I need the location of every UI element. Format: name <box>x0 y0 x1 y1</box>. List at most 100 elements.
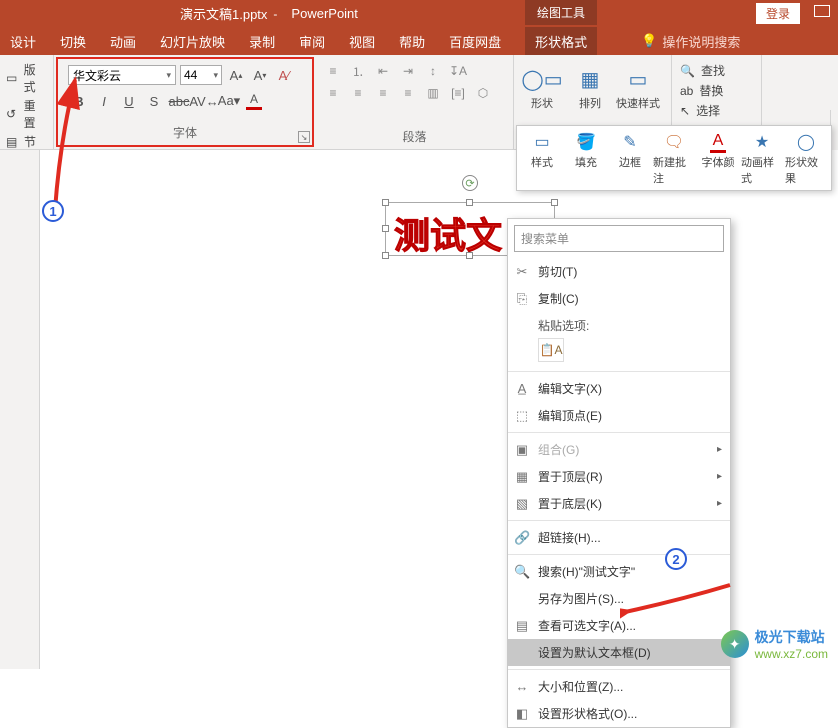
align-left-button[interactable]: ≡ <box>322 83 344 103</box>
tab-review[interactable]: 审阅 <box>299 32 325 51</box>
menu-hyperlink[interactable]: 🔗超链接(H)... <box>508 524 730 551</box>
tell-me[interactable]: 💡 操作说明搜索 <box>641 32 740 51</box>
shapes-label: 形状 <box>531 95 553 111</box>
resize-handle[interactable] <box>382 225 389 232</box>
tab-transition[interactable]: 切换 <box>60 32 86 51</box>
restore-window-icon[interactable] <box>814 5 830 17</box>
menu-copy[interactable]: ⎘复制(C) <box>508 285 730 312</box>
align-right-button[interactable]: ≡ <box>372 83 394 103</box>
quick-styles-icon: ▭ <box>622 63 654 95</box>
italic-button[interactable]: I <box>93 91 115 111</box>
menu-send-back[interactable]: ▧置于底层(K)▸ <box>508 490 730 517</box>
mini-fill-button[interactable]: 🪣填充 <box>565 130 607 186</box>
grow-font-button[interactable]: A▴ <box>226 65 246 85</box>
font-size-select[interactable]: 44 ▾ <box>180 65 222 85</box>
resize-handle[interactable] <box>382 199 389 206</box>
edit-points-icon: ⬚ <box>514 408 530 424</box>
mini-anim-style-button[interactable]: ★动画样式 <box>741 130 783 186</box>
bold-button[interactable]: B <box>68 91 90 111</box>
resize-handle[interactable] <box>551 199 558 206</box>
font-dialog-launcher[interactable]: ↘ <box>298 131 310 143</box>
tab-record[interactable]: 录制 <box>249 32 275 51</box>
smartart-button[interactable]: ⬡ <box>472 83 494 103</box>
tab-design[interactable]: 设计 <box>10 32 36 51</box>
mini-outline-button[interactable]: ✎边框 <box>609 130 651 186</box>
reset-button[interactable]: ↺重置 <box>6 97 47 131</box>
align-center-button[interactable]: ≡ <box>347 83 369 103</box>
mini-fill-label: 填充 <box>575 154 597 170</box>
indent-dec-button[interactable]: ⇤ <box>372 61 394 81</box>
mini-style-button[interactable]: ▭样式 <box>521 130 563 186</box>
tab-baidu[interactable]: 百度网盘 <box>449 32 501 51</box>
resize-handle[interactable] <box>466 252 473 259</box>
quick-styles-button[interactable]: ▭快速样式 <box>616 59 660 111</box>
resize-handle[interactable] <box>466 199 473 206</box>
menu-size-position[interactable]: ↔大小和位置(Z)... <box>508 673 730 700</box>
font-color-button[interactable]: A <box>243 91 265 111</box>
replace-button[interactable]: ab替换 <box>680 82 753 99</box>
tab-shape-format[interactable]: 形状格式 <box>525 27 597 56</box>
watermark-title: 极光下载站 <box>755 627 828 647</box>
mini-comment-label: 新建批注 <box>653 154 695 186</box>
bring-front-icon: ▦ <box>514 469 530 485</box>
select-button[interactable]: ↖选择 <box>680 102 753 119</box>
login-button[interactable]: 登录 <box>756 3 800 24</box>
justify-button[interactable]: ≡ <box>397 83 419 103</box>
menu-format-shape[interactable]: ◧设置形状格式(O)... <box>508 700 730 727</box>
tab-slideshow[interactable]: 幻灯片放映 <box>160 32 225 51</box>
mini-shape-effect-button[interactable]: ◯形状效果 <box>785 130 827 186</box>
underline-button[interactable]: U <box>118 91 140 111</box>
align-text-button[interactable]: [≡] <box>447 83 469 103</box>
mini-font-color-button[interactable]: A字体颜 <box>697 130 739 186</box>
tab-view[interactable]: 视图 <box>349 32 375 51</box>
font-name-select[interactable]: 华文彩云 ▾ <box>68 65 176 85</box>
section-button[interactable]: ▤节 <box>6 133 47 150</box>
menu-search-text[interactable]: 🔍搜索(H)"测试文字" <box>508 558 730 585</box>
clear-format-button[interactable]: A⁄ <box>274 65 294 85</box>
mini-toolbar: ▭样式 🪣填充 ✎边框 🗨新建批注 A字体颜 ★动画样式 ◯形状效果 <box>516 125 832 191</box>
arrange-button[interactable]: ▦排列 <box>568 59 612 111</box>
menu-cut[interactable]: ✂剪切(T) <box>508 258 730 285</box>
lightbulb-icon: 💡 <box>641 33 657 49</box>
paste-keep-text-button[interactable]: 📋A <box>538 338 564 362</box>
change-case-button[interactable]: Aa▾ <box>218 91 240 111</box>
shadow-button[interactable]: S <box>143 91 165 111</box>
menu-search-text-label: 搜索(H)"测试文字" <box>538 563 635 580</box>
slides-group: ▭版式 ↺重置 ▤节 灯片 <box>0 55 54 149</box>
slide-thumbnails[interactable] <box>0 150 40 669</box>
arrange-label: 排列 <box>579 95 601 111</box>
spacing-button[interactable]: AV↔ <box>193 91 215 111</box>
shapes-button[interactable]: ◯▭形状 <box>520 59 564 111</box>
mini-comment-button[interactable]: 🗨新建批注 <box>653 130 695 186</box>
menu-set-default-textbox[interactable]: 设置为默认文本框(D) <box>508 639 730 666</box>
menu-edit-text[interactable]: A̲编辑文字(X) <box>508 375 730 402</box>
resize-handle[interactable] <box>382 252 389 259</box>
bullets-button[interactable]: ≡ <box>322 61 344 81</box>
select-label: 选择 <box>696 102 720 119</box>
layout-button[interactable]: ▭版式 <box>6 61 47 95</box>
title-bar: 演示文稿1.pptx - PowerPoint 绘图工具 登录 <box>0 0 838 27</box>
menu-edit-points[interactable]: ⬚编辑顶点(E) <box>508 402 730 429</box>
shrink-font-button[interactable]: A▾ <box>250 65 270 85</box>
line-spacing-button[interactable]: ↕ <box>422 61 444 81</box>
indent-inc-button[interactable]: ⇥ <box>397 61 419 81</box>
menu-separator <box>508 669 730 670</box>
drawing-tools-tab[interactable]: 绘图工具 <box>525 0 597 25</box>
menu-alt-text[interactable]: ▤查看可选文字(A)... <box>508 612 730 639</box>
replace-label: 替换 <box>699 82 723 99</box>
find-button[interactable]: 🔍查找 <box>680 62 753 79</box>
tab-animation[interactable]: 动画 <box>110 32 136 51</box>
menu-search-input[interactable]: 搜索菜单 <box>514 225 724 252</box>
chevron-right-icon: ▸ <box>717 444 722 455</box>
tab-help[interactable]: 帮助 <box>399 32 425 51</box>
menu-separator <box>508 432 730 433</box>
menu-bring-front[interactable]: ▦置于顶层(R)▸ <box>508 463 730 490</box>
numbering-button[interactable]: ⒈ <box>347 61 369 81</box>
columns-button[interactable]: ▥ <box>422 83 444 103</box>
rotate-handle[interactable]: ⟳ <box>462 175 478 191</box>
file-name: 演示文稿1.pptx <box>180 4 267 23</box>
paragraph-group: ≡ ⒈ ⇤ ⇥ ↕ ↧A ≡ ≡ ≡ ≡ ▥ [≡] ⬡ 段落 <box>316 55 514 149</box>
text-direction-button[interactable]: ↧A <box>447 61 469 81</box>
strike-button[interactable]: abc <box>168 91 190 111</box>
menu-save-as-picture[interactable]: 另存为图片(S)... <box>508 585 730 612</box>
